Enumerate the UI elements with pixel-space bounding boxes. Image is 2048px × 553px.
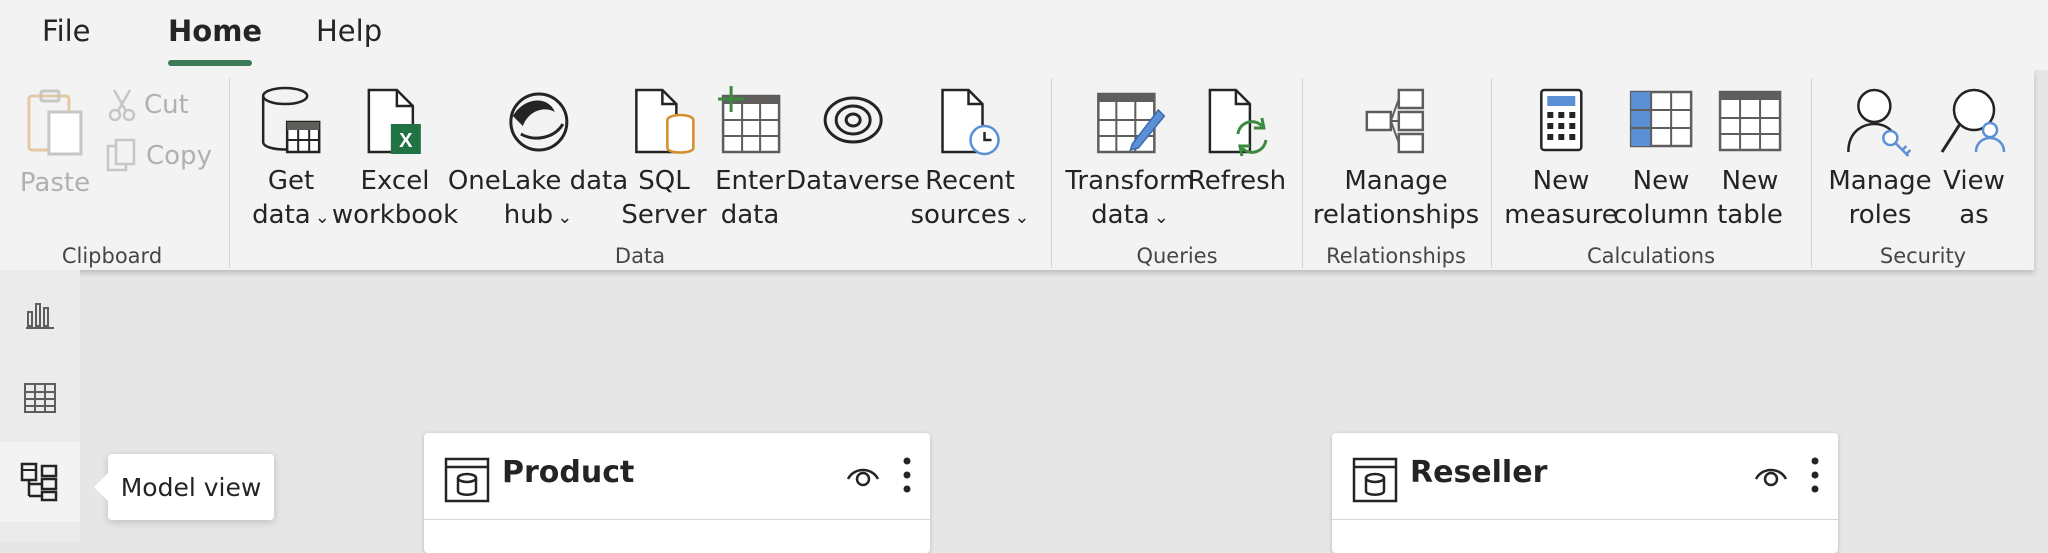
get-data-label: Get data ⌄ — [252, 166, 330, 230]
onelake-icon — [509, 92, 569, 152]
more-options-icon[interactable] — [902, 457, 912, 493]
group-label-queries: Queries — [1136, 244, 1218, 268]
onelake-label: OneLake data hub ⌄ — [447, 166, 629, 230]
group-label-clipboard: Clipboard — [61, 244, 163, 268]
table-card-reseller[interactable]: Reseller — [1332, 433, 1838, 553]
manage-roles-icon — [1846, 88, 1911, 157]
tab-file[interactable]: File — [42, 14, 91, 48]
table-card-title: Reseller — [1410, 455, 1548, 490]
calculator-icon — [1539, 88, 1583, 152]
cut-icon — [108, 89, 136, 122]
cut-label: Cut — [144, 90, 189, 120]
enter-data-icon — [717, 86, 781, 154]
manage-roles-label: Manage roles — [1828, 166, 1932, 230]
new-table-icon — [1718, 90, 1782, 152]
transform-data-icon — [1096, 92, 1166, 154]
new-measure-label: New measure — [1504, 166, 1618, 230]
manage-relationships-button[interactable]: Manage relationships — [1313, 86, 1479, 232]
dataverse-button[interactable]: Dataverse — [786, 86, 920, 198]
group-separator — [1811, 78, 1812, 268]
new-measure-button[interactable]: New measure — [1504, 86, 1618, 232]
recent-sources-label: Recent sources ⌄ — [910, 166, 1030, 230]
sql-server-label: SQL Server — [621, 166, 707, 230]
more-options-icon[interactable] — [1810, 457, 1820, 493]
enter-data-label: Enter data — [715, 166, 785, 230]
sql-server-button[interactable]: SQL Server — [621, 86, 707, 232]
manage-relationships-icon — [1365, 88, 1425, 154]
onelake-data-hub-button[interactable]: OneLake data hub ⌄ — [448, 86, 628, 235]
model-view-icon — [20, 462, 58, 502]
new-table-label: New table — [1717, 166, 1783, 230]
new-column-icon — [1629, 90, 1693, 148]
table-view-icon — [24, 383, 56, 413]
table-card-product[interactable]: Product — [424, 433, 930, 553]
manage-relationships-label: Manage relationships — [1312, 166, 1480, 230]
excel-workbook-label: Excel workbook — [331, 166, 459, 230]
group-separator — [1491, 78, 1492, 268]
group-separator — [1051, 78, 1052, 268]
chevron-down-icon: ⌄ — [314, 207, 330, 228]
eye-icon[interactable] — [1754, 463, 1788, 487]
group-label-data: Data — [614, 244, 666, 268]
tab-help[interactable]: Help — [316, 14, 382, 48]
paste-button[interactable]: Paste — [20, 88, 90, 200]
transform-data-label: Transform data ⌄ — [1065, 166, 1195, 230]
manage-roles-button[interactable]: Manage roles — [1828, 86, 1932, 232]
model-view-button[interactable] — [0, 442, 80, 522]
dataverse-label: Dataverse — [786, 166, 920, 196]
refresh-icon — [1208, 88, 1268, 157]
recent-sources-button[interactable]: Recent sources ⌄ — [910, 86, 1030, 235]
dataverse-icon — [823, 96, 883, 144]
view-as-label: View as — [1943, 166, 2005, 230]
new-column-label: New column — [1613, 166, 1709, 230]
paste-label: Paste — [19, 168, 91, 198]
eye-icon[interactable] — [846, 463, 880, 487]
svg-text:X: X — [399, 130, 413, 152]
group-label-security: Security — [1879, 244, 1967, 268]
chevron-down-icon: ⌄ — [1014, 207, 1030, 228]
table-view-button[interactable] — [0, 358, 80, 438]
excel-icon: X — [367, 88, 421, 154]
table-card-title: Product — [502, 455, 635, 490]
active-tab-indicator — [168, 60, 252, 66]
view-switcher-rail — [0, 270, 80, 542]
refresh-button[interactable]: Refresh — [1188, 86, 1286, 198]
new-column-button[interactable]: New column — [1613, 86, 1709, 232]
sql-server-icon — [634, 88, 695, 154]
report-view-button[interactable] — [0, 274, 80, 354]
table-icon — [1352, 457, 1398, 503]
view-as-button[interactable]: View as — [1938, 86, 2010, 232]
transform-data-button[interactable]: Transform data ⌄ — [1065, 86, 1195, 235]
group-separator — [229, 78, 230, 268]
refresh-label: Refresh — [1187, 166, 1287, 196]
copy-icon — [106, 138, 136, 172]
copy-label: Copy — [146, 141, 212, 171]
recent-sources-icon — [941, 88, 1001, 156]
excel-workbook-button[interactable]: X Excel workbook — [332, 86, 458, 232]
table-icon — [444, 457, 490, 503]
ribbon: Paste Cut Copy Clipboard Get data ⌄ X Ex… — [0, 70, 2034, 270]
new-table-button[interactable]: New table — [1717, 86, 1783, 232]
tab-home[interactable]: Home — [168, 14, 262, 48]
chevron-down-icon: ⌄ — [1153, 207, 1169, 228]
table-card-header: Product — [424, 433, 930, 520]
enter-data-button[interactable]: Enter data — [715, 86, 785, 232]
get-data-button[interactable]: Get data ⌄ — [252, 86, 330, 235]
copy-button[interactable]: Copy — [106, 138, 212, 174]
table-card-header: Reseller — [1332, 433, 1838, 520]
paste-icon — [27, 89, 83, 156]
ribbon-tab-bar: File Home Help — [0, 0, 2048, 70]
group-label-calculations: Calculations — [1586, 244, 1716, 268]
cut-button[interactable]: Cut — [108, 88, 189, 122]
report-view-icon — [26, 303, 54, 329]
group-label-relationships: Relationships — [1326, 244, 1466, 268]
database-table-icon — [261, 86, 321, 154]
model-view-tooltip: Model view — [94, 454, 274, 520]
group-separator — [1302, 78, 1303, 268]
chevron-down-icon: ⌄ — [557, 207, 573, 228]
view-as-icon — [1940, 88, 2006, 153]
